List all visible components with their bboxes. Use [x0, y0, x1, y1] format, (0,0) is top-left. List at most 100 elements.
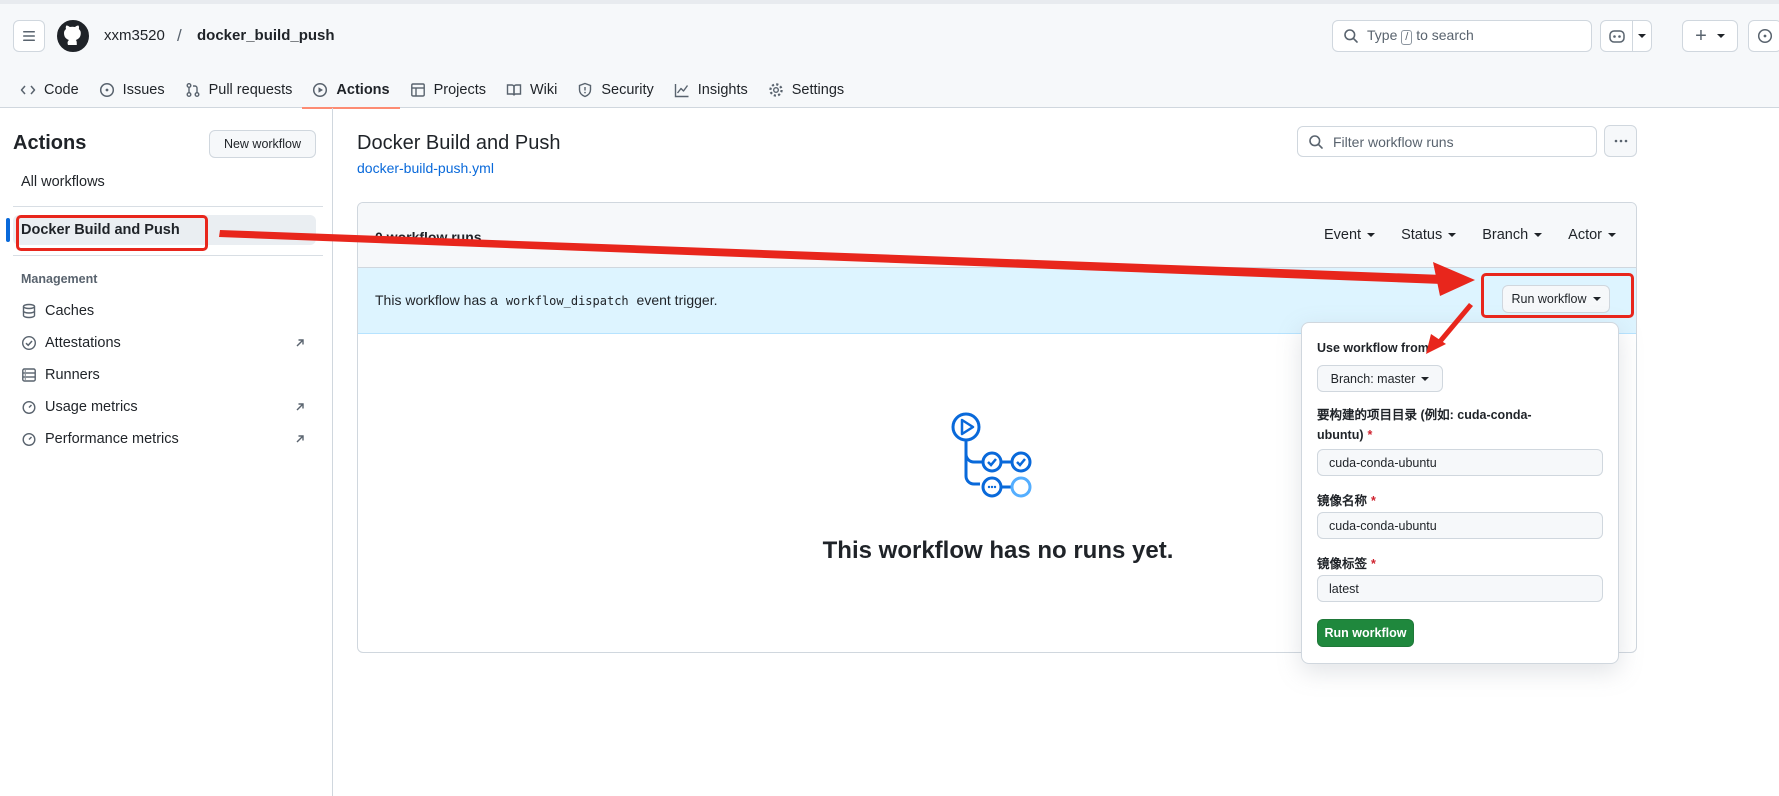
filter-placeholder: Filter workflow runs: [1333, 133, 1454, 150]
tab-wiki[interactable]: Wiki: [496, 72, 567, 108]
play-icon: [313, 82, 328, 98]
menu-button[interactable]: [13, 20, 45, 52]
page-title: Docker Build and Push: [357, 132, 561, 154]
filter-actor-dropdown[interactable]: Actor: [1568, 227, 1616, 243]
annotation-highlight-run-button: [1481, 273, 1634, 318]
workflow-file-link[interactable]: docker-build-push.yml: [357, 160, 494, 176]
book-icon: [506, 84, 522, 96]
branch-select-button[interactable]: Branch: master: [1317, 365, 1443, 392]
create-new-button[interactable]: +: [1682, 20, 1738, 52]
tab-label: Actions: [336, 82, 390, 98]
dispatch-message: This workflow has a workflow_dispatch ev…: [375, 292, 717, 308]
sidebar-item-performance-metrics[interactable]: Performance metrics: [21, 427, 306, 451]
tab-label: Security: [601, 82, 654, 98]
tab-settings[interactable]: Settings: [758, 72, 854, 108]
copilot-segment[interactable]: [1601, 21, 1632, 51]
tab-issues[interactable]: Issues: [89, 72, 175, 108]
search-suffix: to search: [1416, 27, 1474, 43]
copilot-dropdown[interactable]: [1632, 21, 1651, 51]
github-logo-icon[interactable]: [57, 20, 89, 52]
project-dir-label-line1: 要构建的项目目录 (例如: cuda-conda-: [1317, 408, 1532, 422]
runs-count: 0 workflow runs: [375, 229, 482, 245]
stopwatch-icon: [22, 432, 36, 447]
tab-label: Wiki: [529, 82, 558, 98]
tab-label: Settings: [791, 82, 845, 98]
all-workflows-link[interactable]: All workflows: [21, 174, 105, 190]
global-search-input[interactable]: Type / to search: [1332, 20, 1592, 52]
window-edge: [0, 0, 1779, 4]
filter-label: Event: [1324, 227, 1362, 243]
create-new-segment[interactable]: +: [1683, 21, 1737, 51]
dispatch-suffix: event trigger.: [636, 292, 718, 308]
chevron-down-icon: [1716, 34, 1725, 38]
copilot-icon: [1608, 30, 1625, 43]
repo-owner-link[interactable]: xxm3520: [104, 26, 165, 46]
required-marker: *: [1371, 557, 1376, 571]
filter-workflow-runs-input[interactable]: Filter workflow runs: [1297, 126, 1597, 157]
new-workflow-button[interactable]: New workflow: [209, 130, 316, 158]
external-link-icon: [296, 435, 304, 443]
filter-status-dropdown[interactable]: Status: [1401, 227, 1457, 243]
image-name-label-text: 镜像名称: [1317, 494, 1368, 508]
sidebar-item-attestations[interactable]: Attestations: [21, 331, 306, 355]
tab-insights[interactable]: Insights: [664, 72, 758, 108]
project-dir-input[interactable]: cuda-conda-ubuntu: [1317, 449, 1603, 476]
sidebar-item-runners[interactable]: Runners: [21, 363, 306, 387]
kebab-horizontal-icon: [1614, 139, 1627, 143]
sidebar-item-label: Usage metrics: [45, 399, 138, 415]
sidebar-item-label: Caches: [45, 303, 95, 319]
workflow-empty-state-icon: [951, 412, 1032, 498]
chevron-down-icon: [1638, 34, 1647, 38]
plus-icon: +: [1695, 25, 1707, 47]
sidebar-item-label: Performance metrics: [45, 431, 179, 447]
run-workflow-submit-button[interactable]: Run workflow: [1317, 619, 1414, 647]
runs-header: 0 workflow runs Event Status Branch Acto…: [358, 203, 1636, 268]
selected-indicator: [6, 218, 10, 242]
management-heading: Management: [21, 272, 98, 286]
sidebar-item-usage-metrics[interactable]: Usage metrics: [21, 395, 306, 419]
verified-icon: [21, 335, 37, 351]
issue-icon: [99, 82, 114, 98]
gear-icon: [769, 83, 783, 97]
tab-projects[interactable]: Projects: [400, 72, 496, 108]
sidebar-item-caches[interactable]: Caches: [21, 299, 306, 323]
dispatch-event-code: workflow_dispatch: [505, 294, 629, 308]
tab-pull-requests[interactable]: Pull requests: [175, 72, 303, 108]
issues-shortcut-button[interactable]: [1748, 20, 1779, 52]
chevron-down-icon: [1608, 233, 1616, 238]
search-shortcut-key: /: [1401, 30, 1413, 45]
tab-actions[interactable]: Actions: [302, 72, 400, 109]
sidebar-item-label: Attestations: [45, 335, 121, 351]
repo-name-link[interactable]: docker_build_push: [197, 26, 335, 46]
image-name-label: 镜像名称 *: [1317, 490, 1376, 509]
image-tag-label-text: 镜像标签: [1317, 557, 1368, 571]
database-icon: [22, 303, 36, 319]
pull-request-icon: [186, 83, 200, 97]
branch-label: Branch: master: [1330, 371, 1416, 386]
image-tag-label: 镜像标签 *: [1317, 553, 1376, 572]
use-workflow-from-label: Use workflow from: [1317, 341, 1429, 355]
run-filters: Event Status Branch Actor: [1324, 227, 1616, 243]
app-header: xxm3520 / docker_build_push Type / to se…: [0, 0, 1779, 109]
image-name-input[interactable]: cuda-conda-ubuntu: [1317, 512, 1603, 539]
tab-security[interactable]: Security: [567, 72, 663, 108]
required-marker: *: [1367, 428, 1373, 442]
required-marker: *: [1371, 494, 1376, 508]
sidebar-divider: [13, 255, 323, 256]
hamburger-icon: [23, 31, 35, 41]
code-icon: [20, 85, 36, 95]
chevron-down-icon: [1534, 233, 1543, 238]
image-tag-input[interactable]: latest: [1317, 575, 1603, 602]
filter-event-dropdown[interactable]: Event: [1324, 227, 1376, 243]
table-icon: [410, 83, 425, 97]
issues-shortcut-segment[interactable]: [1749, 21, 1779, 51]
chevron-down-icon: [1448, 233, 1457, 238]
more-options-button[interactable]: [1604, 125, 1637, 157]
breadcrumb-separator: /: [177, 26, 182, 45]
search-prefix: Type: [1367, 27, 1398, 43]
copilot-button[interactable]: [1600, 20, 1652, 52]
tab-code[interactable]: Code: [10, 72, 89, 108]
tab-label: Issues: [122, 82, 165, 98]
tab-label: Projects: [433, 82, 486, 98]
filter-branch-dropdown[interactable]: Branch: [1482, 227, 1543, 243]
